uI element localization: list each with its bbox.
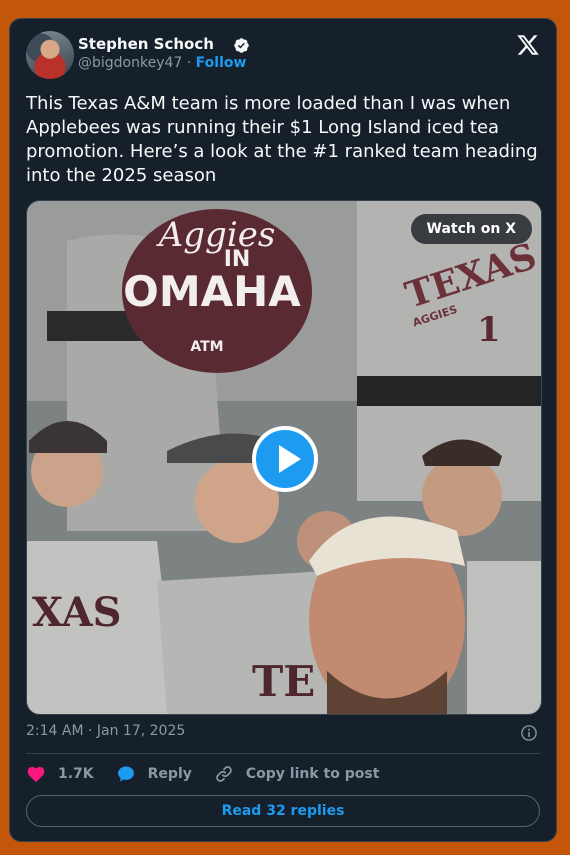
x-logo-icon[interactable]	[516, 33, 540, 57]
author-handle[interactable]: @bigdonkey47	[78, 55, 182, 71]
tweet-card: Stephen Schoch @bigdonkey47 · Follow Thi…	[9, 18, 557, 842]
like-button[interactable]: 1.7K	[26, 764, 94, 784]
like-count: 1.7K	[58, 766, 94, 782]
copy-link-button[interactable]: Copy link to post	[214, 764, 380, 784]
jersey-front-text: TE	[252, 657, 315, 706]
tweet-text: This Texas A&M team is more loaded than …	[26, 93, 538, 186]
tweet-header: Stephen Schoch @bigdonkey47 · Follow	[26, 31, 540, 81]
tweet-actions: 1.7K Reply Copy link to post	[26, 763, 401, 785]
copy-link-label: Copy link to post	[245, 766, 380, 782]
verified-badge-icon	[234, 38, 249, 53]
author-avatar[interactable]	[26, 31, 74, 79]
author-name[interactable]: Stephen Schoch	[78, 35, 214, 53]
link-icon	[216, 766, 232, 782]
sign-small-text: ATM	[190, 339, 223, 355]
jersey-number-text: 1	[477, 310, 501, 350]
play-icon[interactable]	[252, 426, 318, 492]
aggies-omaha-sign: Aggies IN OMAHA ATM	[122, 209, 312, 373]
follow-button[interactable]: Follow	[196, 55, 247, 71]
sign-line3-text: OMAHA	[123, 267, 301, 316]
divider	[26, 753, 540, 754]
jersey-left-text: XAS	[32, 589, 122, 636]
info-icon[interactable]	[520, 724, 538, 742]
video-thumbnail[interactable]: Aggies IN OMAHA ATM TEXAS AGGIES 1 XAS T…	[26, 200, 542, 715]
reply-bubble-icon	[117, 766, 134, 782]
author-handle-row: @bigdonkey47 · Follow	[78, 55, 246, 71]
heart-icon	[27, 766, 45, 782]
reply-button[interactable]: Reply	[116, 764, 192, 784]
watch-on-x-button[interactable]: Watch on X	[410, 214, 532, 244]
read-replies-button[interactable]: Read 32 replies	[26, 795, 540, 827]
handle-separator: ·	[182, 55, 196, 71]
sign-line1-text: Aggies	[156, 215, 276, 255]
reply-label: Reply	[147, 766, 192, 782]
tweet-timestamp[interactable]: 2:14 AM · Jan 17, 2025	[26, 723, 185, 739]
